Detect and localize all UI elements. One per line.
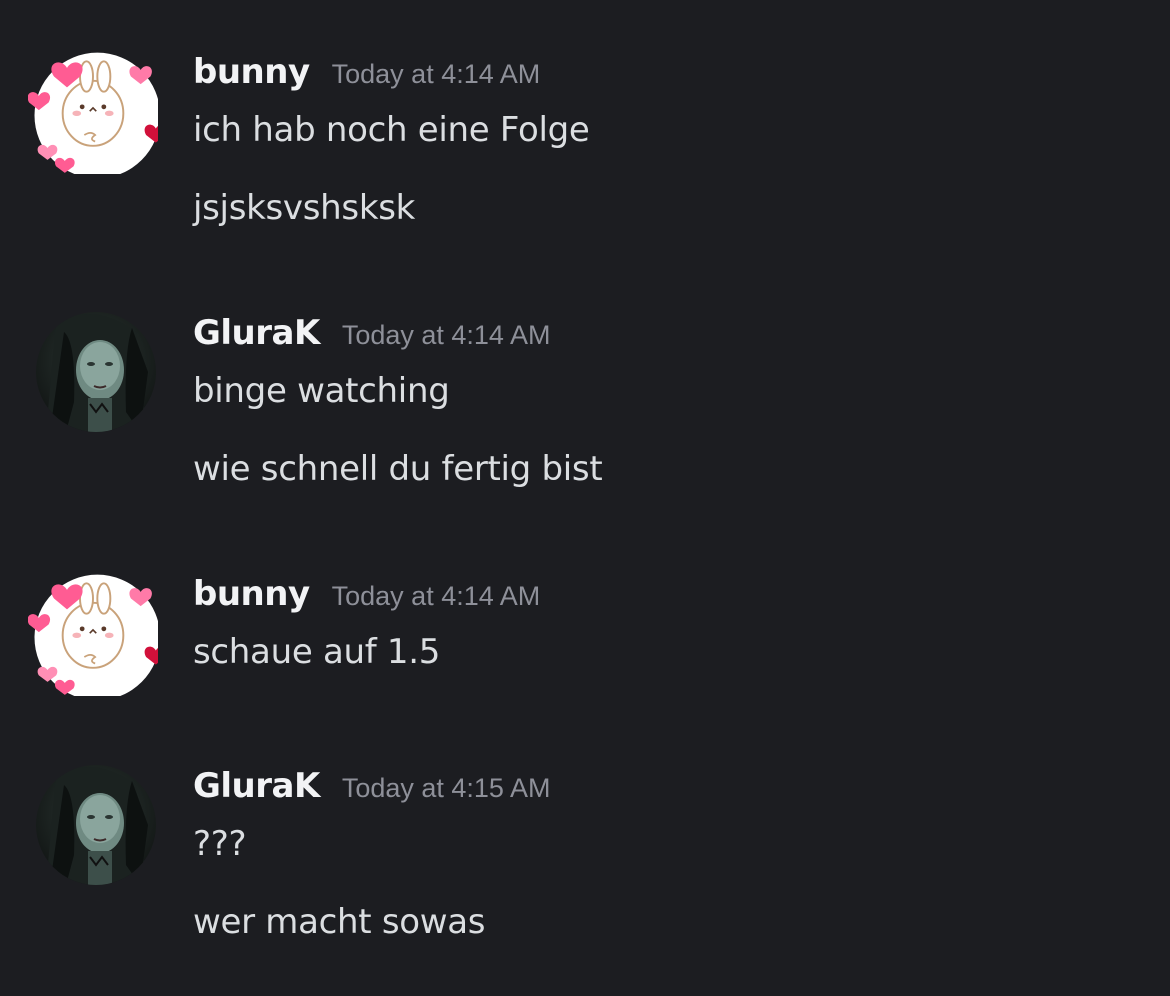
timestamp: Today at 4:14 AM: [341, 320, 551, 350]
message-text: ich hab noch eine Folge: [193, 110, 590, 150]
avatar[interactable]: [36, 765, 156, 885]
bunny-hearts-avatar-icon: [28, 52, 158, 174]
message-text: wie schnell du fertig bist: [193, 449, 603, 489]
avatar[interactable]: [28, 572, 158, 696]
avatar[interactable]: [36, 312, 156, 432]
message-header: bunny Today at 4:14 AM: [193, 574, 540, 614]
message-header: bunny Today at 4:14 AM: [193, 52, 540, 92]
message-text: binge watching: [193, 371, 450, 411]
message-text: ???: [193, 824, 247, 864]
timestamp: Today at 4:15 AM: [341, 773, 551, 803]
dark-portrait-avatar-icon: [36, 765, 156, 885]
username[interactable]: bunny: [193, 574, 310, 614]
avatar[interactable]: [28, 50, 158, 174]
username[interactable]: GluraK: [193, 766, 320, 806]
dark-portrait-avatar-icon: [36, 312, 156, 432]
message-text: wer macht sowas: [193, 902, 486, 942]
username[interactable]: GluraK: [193, 313, 320, 353]
bunny-hearts-avatar-icon: [28, 574, 158, 696]
username[interactable]: bunny: [193, 52, 310, 92]
timestamp: Today at 4:14 AM: [331, 59, 541, 89]
message-header: GluraK Today at 4:14 AM: [193, 313, 550, 353]
message-text: jsjsksvshsksk: [193, 188, 416, 228]
message-text: schaue auf 1.5: [193, 632, 441, 672]
timestamp: Today at 4:14 AM: [331, 581, 541, 611]
message-header: GluraK Today at 4:15 AM: [193, 766, 550, 806]
